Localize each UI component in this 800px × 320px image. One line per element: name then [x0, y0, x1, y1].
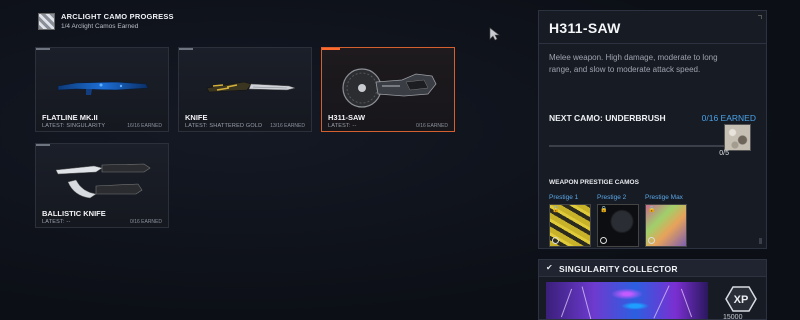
mouse-cursor-icon — [489, 27, 500, 41]
xp-icon: XP — [725, 286, 757, 312]
weapon-name: KNIFE — [185, 113, 208, 122]
weapon-count: 16/16 EARNED — [127, 123, 162, 129]
divider — [539, 43, 766, 44]
saw-weapon-icon — [342, 68, 437, 108]
weapon-name: BALLISTIC KNIFE — [42, 209, 106, 218]
detail-title: H311-SAW — [549, 20, 621, 36]
weapon-count: 13/16 EARNED — [270, 123, 305, 129]
camo-progress-text: 0/5 — [719, 150, 729, 157]
prestige-badge-icon — [552, 237, 559, 244]
xp-reward-amount: 15000 — [723, 314, 743, 320]
lightning-streak — [581, 286, 592, 319]
prestige-heading: WEAPON PRESTIGE CAMOS — [549, 179, 639, 186]
weapon-latest: LATEST: SHATTERED GOLD — [185, 123, 263, 129]
singularity-camo-art — [546, 282, 708, 319]
prestige-label: Prestige 1 — [549, 194, 579, 201]
prestige-camo-swatch: 🔒 — [549, 204, 591, 247]
underbrush-camo-preview[interactable] — [724, 124, 751, 151]
weapon-count: 0/16 EARNED — [416, 123, 448, 129]
arclight-progress: ARCLIGHT CAMO PROGRESS 1/4 Arclight Camo… — [38, 12, 174, 30]
lock-icon: 🔒 — [600, 207, 608, 213]
earned-count: 0/16 EARNED — [701, 113, 756, 123]
card-accent — [36, 48, 50, 50]
card-accent — [36, 144, 50, 146]
weapon-card-h311-saw[interactable]: H311-SAW LATEST: -- 0/16 EARNED — [321, 47, 455, 132]
progress-title: ARCLIGHT CAMO PROGRESS — [61, 12, 174, 21]
card-accent — [322, 48, 340, 50]
collector-title: SINGULARITY COLLECTOR — [559, 264, 678, 274]
weapon-count: 0/16 EARNED — [130, 219, 162, 225]
corner-bracket-icon — [758, 15, 762, 19]
lock-icon: 🔒 — [648, 207, 656, 213]
svg-text:XP: XP — [734, 294, 749, 306]
weapon-latest: LATEST: -- — [328, 123, 357, 129]
checkmark-icon: ✔ — [546, 263, 553, 272]
collector-header: ✔ SINGULARITY COLLECTOR — [539, 260, 766, 277]
prestige-badge-icon — [600, 237, 607, 244]
weapon-name: H311-SAW — [328, 113, 366, 122]
weapon-description: Melee weapon. High damage, moderate to l… — [549, 53, 718, 74]
progress-text: ARCLIGHT CAMO PROGRESS 1/4 Arclight Camo… — [61, 12, 174, 30]
camo-progress-bar — [549, 145, 724, 147]
prestige-camo-2[interactable]: Prestige 2 🔒 — [597, 194, 639, 247]
lightning-streak — [653, 285, 670, 319]
ballistic-knife-icon — [55, 163, 151, 199]
arclight-camo-icon — [38, 12, 55, 30]
weapon-latest: LATEST: SINGULARITY — [42, 123, 106, 129]
progress-subtitle: 1/4 Arclight Camos Earned — [61, 23, 139, 30]
prestige-camo-swatch: 🔒 — [597, 204, 639, 247]
knife-weapon-icon — [206, 81, 296, 93]
prestige-camo-max[interactable]: Prestige Max 🔒 — [645, 194, 687, 247]
prestige-camo-swatch: 🔒 — [645, 204, 687, 247]
next-camo-label: NEXT CAMO: UNDERBRUSH — [549, 113, 666, 123]
card-accent — [179, 48, 193, 50]
singularity-collector-panel[interactable]: ✔ SINGULARITY COLLECTOR XP 15000 — [538, 259, 767, 320]
prestige-label: Prestige Max — [645, 194, 683, 201]
weapon-card-flatline[interactable]: FLATLINE MK.II LATEST: SINGULARITY 16/16… — [35, 47, 169, 132]
lock-icon: 🔒 — [552, 207, 560, 213]
weapon-detail-panel: H311-SAW Melee weapon. High damage, mode… — [538, 10, 767, 249]
scrollbar[interactable] — [759, 238, 762, 244]
lightning-streak — [560, 288, 573, 318]
weapon-name: FLATLINE MK.II — [42, 113, 98, 122]
weapon-latest: LATEST: -- — [42, 219, 71, 225]
prestige-label: Prestige 2 — [597, 194, 627, 201]
prestige-camo-1[interactable]: Prestige 1 🔒 — [549, 194, 591, 247]
flatline-weapon-icon — [57, 81, 149, 95]
weapon-card-knife[interactable]: KNIFE LATEST: SHATTERED GOLD 13/16 EARNE… — [178, 47, 312, 132]
prestige-badge-icon — [648, 237, 655, 244]
weapon-card-ballistic-knife[interactable]: BALLISTIC KNIFE LATEST: -- 0/16 EARNED — [35, 143, 169, 228]
lightning-streak — [680, 288, 693, 318]
camo-screen: ARCLIGHT CAMO PROGRESS 1/4 Arclight Camo… — [0, 0, 800, 320]
